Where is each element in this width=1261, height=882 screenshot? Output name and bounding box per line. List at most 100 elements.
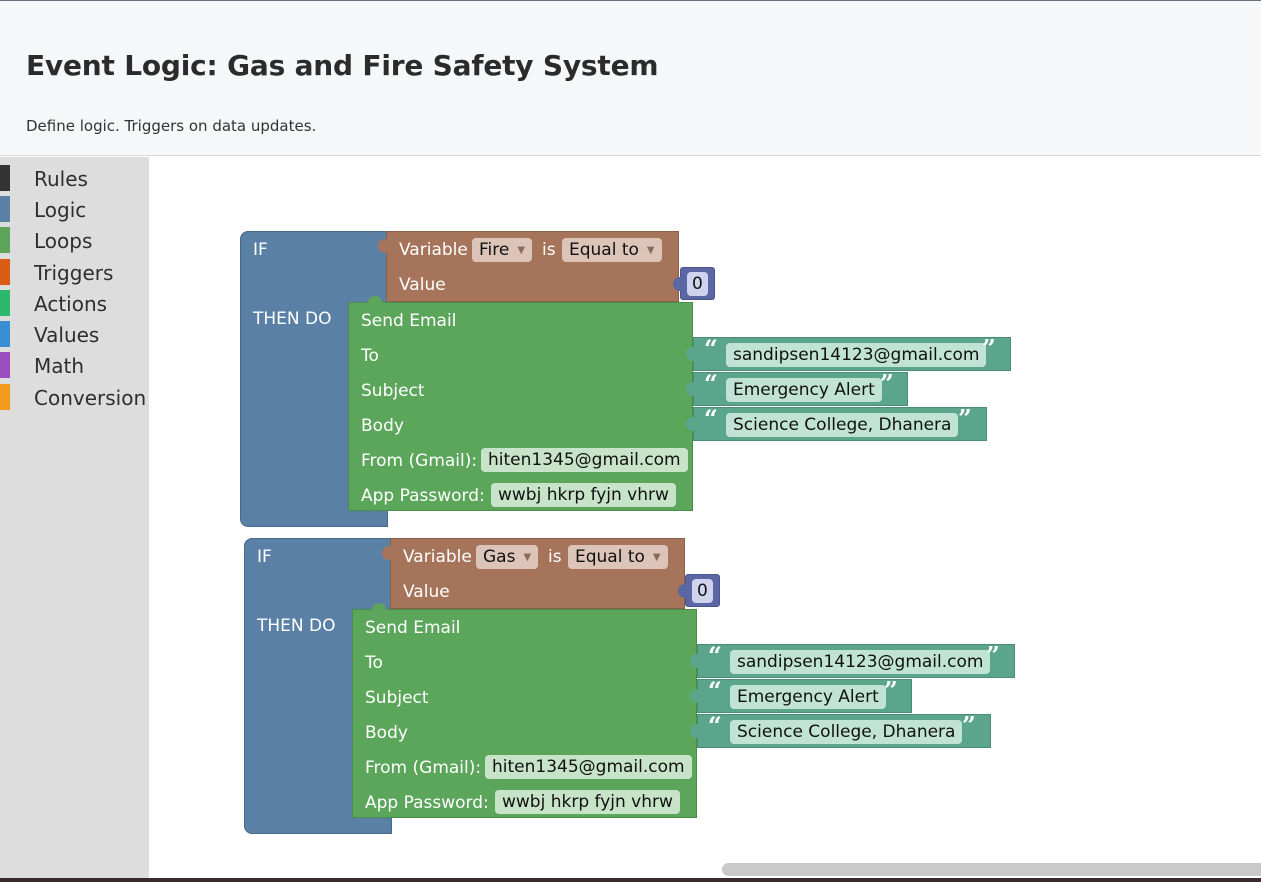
then-do-label: THEN DO <box>257 616 336 636</box>
subject-label: Subject <box>365 688 429 708</box>
category-color-swatch <box>0 384 10 410</box>
open-quote-icon: “ <box>708 711 722 740</box>
value-label: Value <box>399 275 446 295</box>
toolbox-category-actions[interactable]: Actions <box>0 290 149 316</box>
then-do-label: THEN DO <box>253 309 332 329</box>
toolbox-category-math[interactable]: Math <box>0 352 149 378</box>
is-label: is <box>542 240 556 260</box>
category-label: Values <box>34 323 100 347</box>
variable-dropdown[interactable]: Fire ▼ <box>472 238 533 262</box>
connector-nub <box>673 277 687 291</box>
to-email-field[interactable]: sandipsen14123@gmail.com <box>726 343 987 367</box>
connector-nub <box>368 296 382 310</box>
toolbox-category-conversion[interactable]: Conversion <box>0 384 149 410</box>
body-string-block[interactable]: “ Science College, Dhanera ” <box>686 404 987 441</box>
to-string-block[interactable]: “ sandipsen14123@gmail.com ” <box>686 334 1011 371</box>
variable-compare-block[interactable]: Variable Fire ▼ is Equal to ▼ Value <box>378 231 679 302</box>
toolbox-category-rules[interactable]: Rules <box>0 165 149 191</box>
subject-field[interactable]: Emergency Alert <box>730 685 886 709</box>
category-color-swatch <box>0 227 10 253</box>
category-color-swatch <box>0 352 10 378</box>
body-string-block[interactable]: “ Science College, Dhanera ” <box>690 711 991 748</box>
connector-nub <box>378 239 392 253</box>
open-quote-icon: “ <box>704 334 718 363</box>
category-color-swatch <box>0 259 10 285</box>
connector-nub <box>678 584 692 598</box>
body-label: Body <box>365 723 408 743</box>
category-label: Rules <box>34 167 88 191</box>
if-label: IF <box>253 240 268 260</box>
connector-nub <box>372 603 386 617</box>
send-email-block[interactable]: Send Email To Subject Body From (Gmail):… <box>352 603 697 818</box>
number-block[interactable]: 0 <box>678 574 720 607</box>
to-string-block[interactable]: “ sandipsen14123@gmail.com ” <box>690 641 1015 678</box>
dropdown-arrow-icon: ▼ <box>652 552 661 563</box>
open-quote-icon: “ <box>704 404 718 433</box>
toolbox-category-values[interactable]: Values <box>0 321 149 347</box>
dropdown-arrow-icon: ▼ <box>523 552 532 563</box>
from-gmail-label: From (Gmail): <box>361 451 478 471</box>
body-field[interactable]: Science College, Dhanera <box>726 413 959 437</box>
variable-label: Variable <box>403 547 472 567</box>
send-email-title: Send Email <box>365 618 461 638</box>
operator-dropdown[interactable]: Equal to ▼ <box>568 545 668 569</box>
variable-compare-block[interactable]: Variable Gas ▼ is Equal to ▼ Value <box>382 538 685 609</box>
close-quote-icon: ” <box>884 676 898 705</box>
app-password-field[interactable]: wwbj hkrp fyjn vhrw <box>495 790 680 814</box>
number-block[interactable]: 0 <box>673 267 715 300</box>
toolbox-category-triggers[interactable]: Triggers <box>0 259 149 285</box>
operator-dropdown[interactable]: Equal to ▼ <box>562 238 662 262</box>
open-quote-icon: “ <box>704 369 718 398</box>
connector-nub <box>686 417 700 431</box>
connector-nub <box>686 347 700 361</box>
from-gmail-label: From (Gmail): <box>365 758 482 778</box>
open-quote-icon: “ <box>708 676 722 705</box>
close-quote-icon: ” <box>962 711 976 740</box>
number-value-field[interactable]: 0 <box>692 579 713 603</box>
to-email-field[interactable]: sandipsen14123@gmail.com <box>730 650 991 674</box>
if-label: IF <box>257 547 272 567</box>
body-label: Body <box>361 416 404 436</box>
subject-field[interactable]: Emergency Alert <box>726 378 882 402</box>
connector-nub <box>690 724 704 738</box>
is-label: is <box>548 547 562 567</box>
category-label: Logic <box>34 198 87 222</box>
app-password-label: App Password: <box>365 793 489 813</box>
send-email-block[interactable]: Send Email To Subject Body From (Gmail):… <box>348 296 693 511</box>
category-label: Actions <box>34 292 108 316</box>
to-label: To <box>365 653 383 673</box>
page-header: Event Logic: Gas and Fire Safety System … <box>0 0 1261 156</box>
category-color-swatch <box>0 196 10 222</box>
from-gmail-field[interactable]: hiten1345@gmail.com <box>485 755 692 779</box>
variable-label: Variable <box>399 240 468 260</box>
open-quote-icon: “ <box>708 641 722 670</box>
send-email-title: Send Email <box>361 311 457 331</box>
close-quote-icon: ” <box>880 369 894 398</box>
app-password-field[interactable]: wwbj hkrp fyjn vhrw <box>491 483 676 507</box>
toolbox-category-loops[interactable]: Loops <box>0 227 149 253</box>
toolbox-category-logic[interactable]: Logic <box>0 196 149 222</box>
connector-nub <box>382 546 396 560</box>
to-label: To <box>361 346 379 366</box>
dropdown-arrow-icon: ▼ <box>517 245 526 256</box>
variable-dropdown[interactable]: Gas ▼ <box>476 545 539 569</box>
number-value-field[interactable]: 0 <box>687 272 708 296</box>
subject-string-block[interactable]: “ Emergency Alert ” <box>686 369 908 406</box>
body-field[interactable]: Science College, Dhanera <box>730 720 963 744</box>
connector-nub <box>690 654 704 668</box>
workspace-horizontal-scrollbar[interactable] <box>722 863 1261 876</box>
connector-nub <box>686 382 700 396</box>
subject-string-block[interactable]: “ Emergency Alert ” <box>690 676 912 713</box>
category-color-swatch <box>0 321 10 347</box>
value-label: Value <box>403 582 450 602</box>
connector-nub <box>690 689 704 703</box>
category-label: Triggers <box>34 261 114 285</box>
from-gmail-field[interactable]: hiten1345@gmail.com <box>481 448 688 472</box>
window-bottom-edge <box>0 878 1261 882</box>
page-subtitle: Define logic. Triggers on data updates. <box>26 117 317 135</box>
close-quote-icon: ” <box>986 641 1000 670</box>
close-quote-icon: ” <box>982 334 996 363</box>
dropdown-arrow-icon: ▼ <box>646 245 655 256</box>
category-label: Math <box>34 354 85 378</box>
blocks-toolbox: Rules Logic Loops Triggers Actions Value… <box>0 157 149 882</box>
